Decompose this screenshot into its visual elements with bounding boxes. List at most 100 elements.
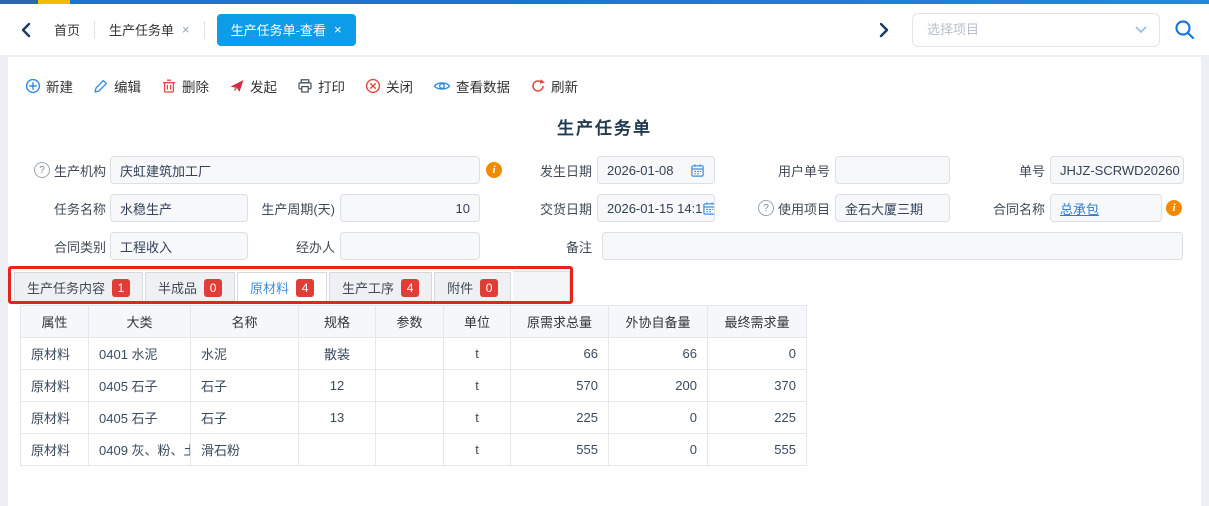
col-header[interactable]: 参数 xyxy=(376,306,444,338)
cell: 370 xyxy=(708,370,807,402)
tab-task-content[interactable]: 生产任务内容 1 xyxy=(14,272,143,302)
cycle-field[interactable]: 10 xyxy=(340,194,480,222)
col-header[interactable]: 外协自备量 xyxy=(609,306,708,338)
col-header[interactable]: 规格 xyxy=(299,306,376,338)
trash-icon xyxy=(161,78,177,94)
close-icon[interactable]: × xyxy=(182,22,190,37)
page-title: 生产任务单 xyxy=(8,114,1201,139)
button-label: 刷新 xyxy=(551,76,578,96)
col-header[interactable]: 原需求总量 xyxy=(511,306,609,338)
close-circle-icon xyxy=(365,78,381,94)
table-row[interactable]: 原材料 0405 石子 石子 13 t 225 0 225 xyxy=(21,402,807,434)
cell: 原材料 xyxy=(21,434,89,466)
occur-date-label: 发生日期 xyxy=(520,156,592,184)
cell: 石子 xyxy=(191,370,299,402)
cell: 0401 水泥 xyxy=(89,338,191,370)
task-name-field[interactable]: 水稳生产 xyxy=(110,194,248,222)
org-label: ? 生产机构 xyxy=(6,156,106,184)
tab-raw-materials[interactable]: 原材料 4 xyxy=(237,272,327,303)
tab-semi-finished[interactable]: 半成品 0 xyxy=(145,272,235,302)
task-name-label: 任务名称 xyxy=(10,194,106,222)
tab-label: 生产工序 xyxy=(342,278,394,297)
info-icon[interactable]: i xyxy=(1166,200,1182,216)
button-label: 新建 xyxy=(46,76,73,96)
help-icon: ? xyxy=(34,162,50,178)
tab-process[interactable]: 生产工序 4 xyxy=(329,272,432,302)
tab-label: 生产任务内容 xyxy=(27,278,105,297)
header-tab-home[interactable]: 首页 xyxy=(40,14,94,46)
close-icon[interactable]: × xyxy=(334,22,342,37)
refresh-icon xyxy=(530,78,546,94)
col-header[interactable]: 属性 xyxy=(21,306,89,338)
cell: 石子 xyxy=(191,402,299,434)
tab-label: 生产任务单 xyxy=(109,20,174,39)
delete-button[interactable]: 删除 xyxy=(161,76,209,96)
cell: 0 xyxy=(609,434,708,466)
help-icon: ? xyxy=(758,200,774,216)
count-badge: 4 xyxy=(401,279,419,297)
tab-attachments[interactable]: 附件 0 xyxy=(434,272,511,302)
count-badge: 1 xyxy=(112,279,130,297)
info-icon[interactable]: i xyxy=(486,162,502,178)
header-tab-task-list[interactable]: 生产任务单 × xyxy=(95,14,204,46)
initiate-button[interactable]: 发起 xyxy=(229,76,277,96)
button-label: 删除 xyxy=(182,76,209,96)
tab-label: 附件 xyxy=(447,278,473,297)
plus-circle-icon xyxy=(25,78,41,94)
refresh-button[interactable]: 刷新 xyxy=(530,76,578,96)
doc-no-label: 单号 xyxy=(975,156,1045,184)
user-no-field[interactable] xyxy=(835,156,950,184)
contract-type-field[interactable]: 工程收入 xyxy=(110,232,248,260)
cell: 滑石粉 xyxy=(191,434,299,466)
close-button[interactable]: 关闭 xyxy=(365,76,413,96)
calendar-icon[interactable] xyxy=(690,163,705,178)
cell xyxy=(376,402,444,434)
search-icon[interactable] xyxy=(1174,19,1195,40)
print-button[interactable]: 打印 xyxy=(297,76,345,96)
contract-link[interactable]: 总承包 xyxy=(1060,199,1099,218)
tab-label: 半成品 xyxy=(158,278,197,297)
table-row[interactable]: 原材料 0409 灰、粉、土 滑石粉 t 555 0 555 xyxy=(21,434,807,466)
doc-no-field[interactable]: JHJZ-SCRWD20260 xyxy=(1050,156,1184,184)
table-row[interactable]: 原材料 0401 水泥 水泥 散装 t 66 66 0 xyxy=(21,338,807,370)
col-header[interactable]: 单位 xyxy=(444,306,511,338)
project-label: ? 使用项目 xyxy=(740,194,830,222)
project-field[interactable]: 金石大厦三期 xyxy=(835,194,950,222)
button-label: 编辑 xyxy=(114,76,141,96)
project-search-box[interactable] xyxy=(912,13,1160,47)
handler-field[interactable] xyxy=(340,232,480,260)
remark-field[interactable] xyxy=(602,232,1183,260)
forward-chevron-icon[interactable] xyxy=(876,22,890,38)
cell xyxy=(376,370,444,402)
contract-name-label: 合同名称 xyxy=(975,194,1045,222)
cell: t xyxy=(444,370,511,402)
occur-date-field[interactable]: 2026-01-08 xyxy=(597,156,715,184)
chevron-down-icon[interactable] xyxy=(1135,26,1147,34)
cell: 13 xyxy=(299,402,376,434)
contract-name-field[interactable]: 总承包 xyxy=(1050,194,1162,222)
cell: 570 xyxy=(511,370,609,402)
send-icon xyxy=(229,78,245,94)
delivery-date-label: 交货日期 xyxy=(520,194,592,222)
cell: 散装 xyxy=(299,338,376,370)
tab-label: 原材料 xyxy=(250,278,289,297)
button-label: 打印 xyxy=(318,76,345,96)
col-header[interactable]: 名称 xyxy=(191,306,299,338)
cell: 66 xyxy=(511,338,609,370)
button-label: 发起 xyxy=(250,76,277,96)
delivery-date-field[interactable]: 2026-01-15 14:1 xyxy=(597,194,715,222)
table-row[interactable]: 原材料 0405 石子 石子 12 t 570 200 370 xyxy=(21,370,807,402)
org-field[interactable]: 庆虹建筑加工厂 xyxy=(110,156,480,184)
project-search-input[interactable] xyxy=(925,21,1135,38)
edit-button[interactable]: 编辑 xyxy=(93,76,141,96)
back-chevron-icon[interactable] xyxy=(20,22,34,38)
calendar-icon[interactable] xyxy=(702,201,715,216)
cell: 555 xyxy=(708,434,807,466)
col-header[interactable]: 最终需求量 xyxy=(708,306,807,338)
new-button[interactable]: 新建 xyxy=(25,76,73,96)
cell: 225 xyxy=(708,402,807,434)
header-tab-task-view[interactable]: 生产任务单-查看 × xyxy=(217,14,356,46)
view-data-button[interactable]: 查看数据 xyxy=(433,76,510,96)
col-header[interactable]: 大类 xyxy=(89,306,191,338)
cell: 0 xyxy=(609,402,708,434)
